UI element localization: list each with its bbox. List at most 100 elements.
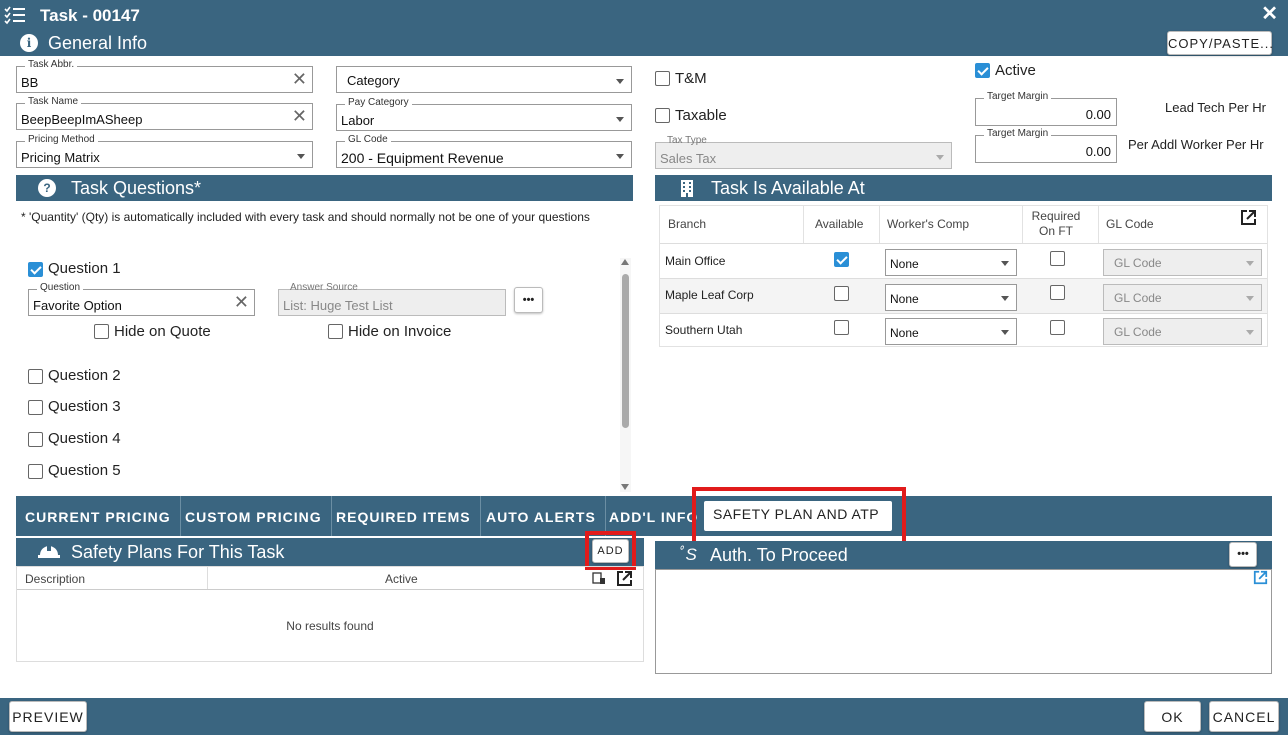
empty-state-text: No results found [286,619,374,633]
signature-icon: ﾟS [677,545,697,564]
active-label: Active [995,62,1036,79]
copy-paste-button[interactable]: COPY/PASTE... [1167,31,1273,55]
column-chooser-icon[interactable] [592,572,606,585]
required-on-ft-checkbox[interactable] [1050,285,1065,300]
safety-plans-grid: Description Active No results found [16,566,644,662]
availability-grid: Branch Available Worker's Comp Required … [659,205,1268,347]
category-select[interactable]: Category [336,66,632,93]
scroll-up-icon[interactable] [621,259,629,265]
tm-label: T&M [675,70,707,87]
question-1-checkbox[interactable] [28,262,43,277]
question-4-checkbox[interactable] [28,432,43,447]
gl-code-row-select: GL Code [1103,318,1262,345]
chevron-down-icon [297,154,305,159]
close-icon[interactable]: ✕ [1261,3,1278,25]
question-3-checkbox[interactable] [28,400,43,415]
checklist-icon [4,6,25,25]
pricing-method-select[interactable]: Pricing Method Pricing Matrix [16,134,313,168]
hide-on-quote-checkbox[interactable] [94,324,109,339]
required-on-ft-checkbox[interactable] [1050,320,1065,335]
answer-source-field: Answer Source List: Huge Test List [278,282,506,316]
tab-auto-alerts[interactable]: AUTO ALERTS [477,496,606,536]
gl-code-row-select: GL Code [1103,249,1262,276]
taxable-label: Taxable [675,107,727,124]
table-row: Southern Utah None GL Code [660,314,1267,346]
answer-source-more-button[interactable]: ••• [514,287,543,313]
atp-content [655,569,1272,674]
question-2-checkbox[interactable] [28,369,43,384]
required-on-ft-checkbox[interactable] [1050,251,1065,266]
chevron-down-icon [616,117,624,122]
tax-type-select: Tax Type Sales Tax [655,135,952,169]
chevron-down-icon [936,155,944,160]
help-icon: ? [38,179,56,197]
target-margin-lead-input[interactable]: Target Margin 0.00 [975,91,1117,126]
question-5-label: Question 5 [48,462,121,479]
question-1-label: Question 1 [48,260,121,277]
question-4-label: Question 4 [48,430,121,447]
workers-comp-select[interactable]: None [885,249,1017,276]
chevron-down-icon [616,154,624,159]
tm-checkbox[interactable] [655,71,670,86]
info-icon: i [20,34,38,52]
highlight-box [585,531,636,570]
window-title: Task - 00147 [40,6,140,25]
external-link-icon[interactable] [616,570,633,587]
hide-on-quote-label: Hide on Quote [114,323,211,340]
scroll-thumb[interactable] [622,274,629,428]
workers-comp-select[interactable]: None [885,318,1017,345]
scroll-down-icon[interactable] [621,484,629,490]
pay-category-select[interactable]: Pay Category Labor [336,97,632,131]
atp-more-button[interactable]: ••• [1229,542,1257,567]
gl-code-row-select: GL Code [1103,284,1262,311]
building-icon [681,180,693,197]
task-questions-header: ? Task Questions* [16,175,633,201]
gl-code-select[interactable]: GL Code 200 - Equipment Revenue [336,134,632,168]
available-checkbox[interactable] [834,320,849,335]
cancel-button[interactable]: CANCEL [1209,701,1279,732]
task-abbr-field[interactable]: Task Abbr. BB ✕ [16,59,313,93]
table-row: Maple Leaf Corp None GL Code [660,279,1267,313]
question-2-label: Question 2 [48,367,121,384]
chevron-down-icon [1001,296,1009,301]
ok-button[interactable]: OK [1144,701,1201,732]
lead-tech-label: Lead Tech Per Hr [1165,100,1266,115]
active-checkbox[interactable] [975,63,990,78]
available-checkbox[interactable] [834,252,849,267]
target-margin-addl-input[interactable]: Target Margin 0.00 [975,128,1117,163]
clear-icon[interactable]: ✕ [292,107,307,125]
tab-required-items[interactable]: REQUIRED ITEMS [327,496,481,536]
table-row: Main Office None GL Code [660,244,1267,278]
tab-custom-pricing[interactable]: CUSTOM PRICING [176,496,332,536]
hard-hat-icon [38,545,60,558]
task-questions-note: * 'Quantity' (Qty) is automatically incl… [21,210,590,224]
taxable-checkbox[interactable] [655,108,670,123]
external-link-icon[interactable] [1240,209,1257,226]
clear-icon[interactable]: ✕ [234,293,249,311]
workers-comp-select[interactable]: None [885,284,1017,311]
availability-header: Task Is Available At [655,175,1272,201]
atp-header: ﾟS Auth. To Proceed [655,541,1272,569]
available-checkbox[interactable] [834,286,849,301]
general-info-header: i General Info [0,30,1288,56]
chevron-down-icon [1001,261,1009,266]
question-1-input[interactable]: Question Favorite Option ✕ [28,282,255,316]
clear-icon[interactable]: ✕ [292,70,307,88]
chevron-down-icon [616,79,624,84]
chevron-down-icon [1001,330,1009,335]
question-3-label: Question 3 [48,398,121,415]
window-title-bar: Task - 00147 ✕ [0,0,1288,30]
hide-on-invoice-checkbox[interactable] [328,324,343,339]
question-5-checkbox[interactable] [28,464,43,479]
hide-on-invoice-label: Hide on Invoice [348,323,452,340]
tab-current-pricing[interactable]: CURRENT PRICING [16,496,181,536]
tab-bar: CURRENT PRICING CUSTOM PRICING REQUIRED … [16,496,1272,536]
general-info-title: General Info [48,33,148,53]
safety-plans-header: Safety Plans For This Task [16,538,644,566]
highlight-box [692,487,906,547]
footer-bar [0,698,1288,735]
external-link-icon[interactable] [1253,570,1268,585]
questions-scrollbar[interactable] [620,258,631,492]
task-name-field[interactable]: Task Name BeepBeepImASheep ✕ [16,96,313,130]
preview-button[interactable]: PREVIEW [9,701,87,732]
